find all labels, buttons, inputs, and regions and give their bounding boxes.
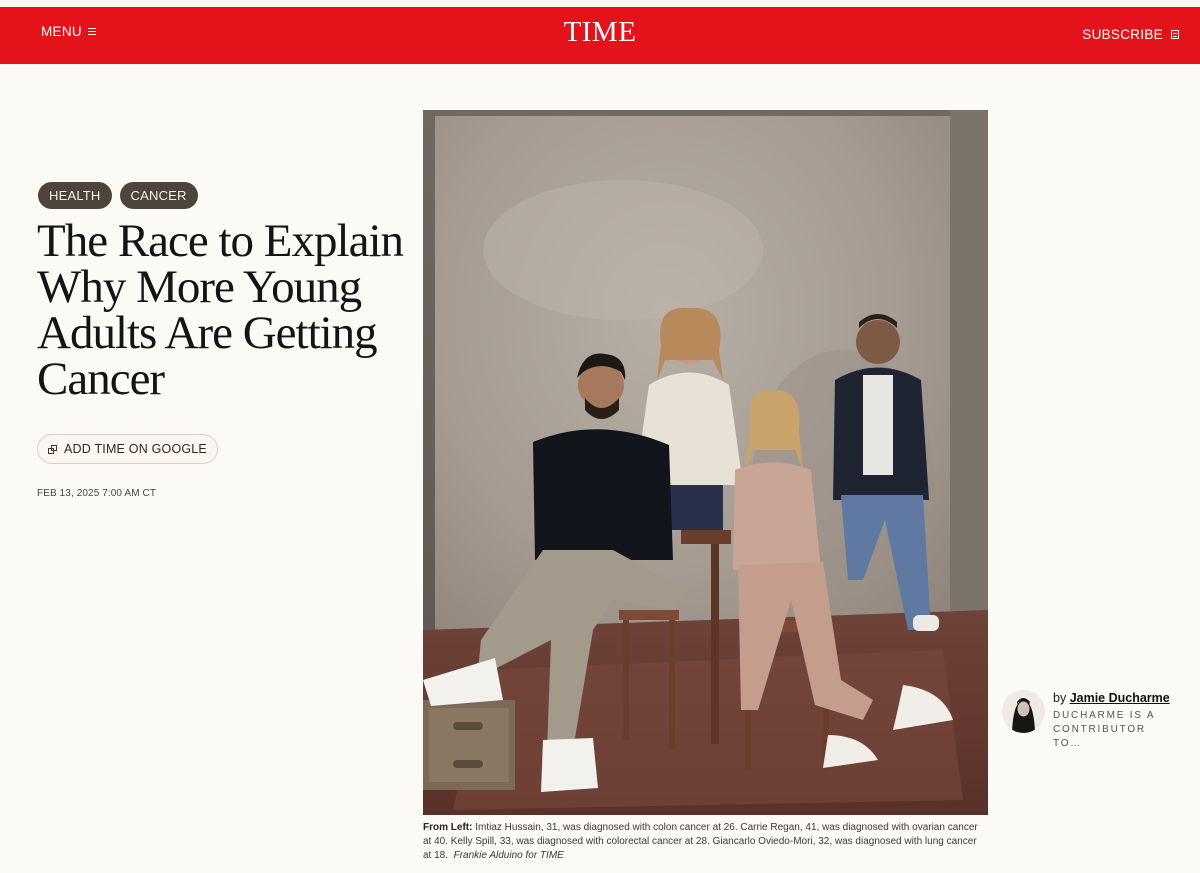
tag-health[interactable]: HEALTH [38, 182, 112, 209]
author-info: by Jamie Ducharme DUCHARME IS A CONTRIBU… [1053, 690, 1173, 751]
site-header: MENU TIME SUBSCRIBE [0, 7, 1200, 64]
add-source-icon [48, 444, 57, 454]
top-strip [0, 0, 1200, 7]
subscribe-label: SUBSCRIBE [1082, 27, 1163, 42]
article-headline: The Race to Explain Why More Young Adult… [37, 215, 404, 405]
author-name-link[interactable]: Jamie Ducharme [1070, 691, 1170, 705]
photo-caption: From Left: Imtiaz Hussain, 31, was diagn… [423, 821, 983, 863]
subscribe-button[interactable]: SUBSCRIBE [1082, 27, 1179, 42]
photo-credit: Frankie Alduino for TIME [453, 850, 564, 861]
google-button-label: ADD TIME ON GOOGLE [64, 442, 207, 456]
magazine-icon [1171, 30, 1179, 39]
author-card: by Jamie Ducharme DUCHARME IS A CONTRIBU… [1002, 690, 1173, 751]
tag-cancer[interactable]: CANCER [119, 182, 198, 209]
byline: by Jamie Ducharme [1053, 691, 1173, 705]
article-tags: HEALTH CANCER [38, 182, 198, 209]
caption-lead: From Left: [423, 822, 473, 833]
by-label: by [1053, 691, 1067, 705]
add-time-on-google-button[interactable]: ADD TIME ON GOOGLE [37, 434, 218, 464]
hero-photo [423, 110, 988, 815]
time-logo[interactable]: TIME [0, 16, 1200, 49]
author-bio: DUCHARME IS A CONTRIBUTOR TO… [1053, 710, 1155, 749]
author-avatar[interactable] [1002, 690, 1045, 733]
publish-date: FEB 13, 2025 7:00 AM CT [37, 488, 157, 499]
